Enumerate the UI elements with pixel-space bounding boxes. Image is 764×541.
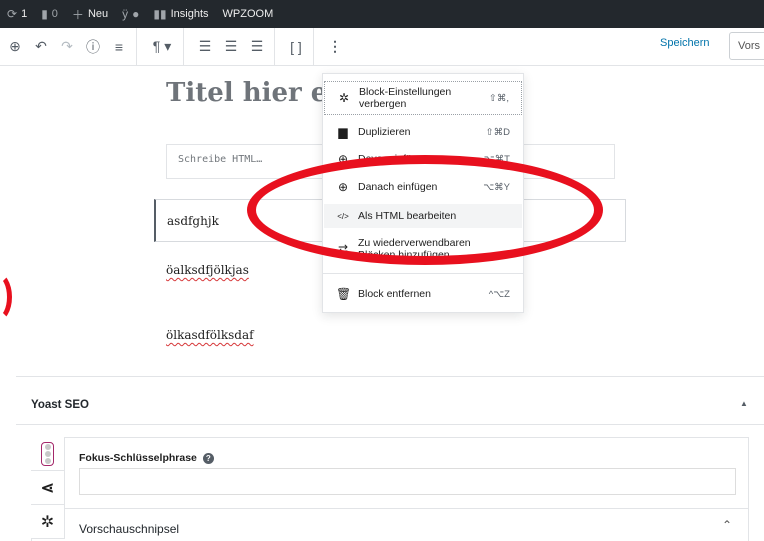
duplicate-icon: ▆: [338, 125, 348, 139]
wpzoom-item[interactable]: WPZOOM: [216, 0, 281, 28]
updates-count: 1: [21, 8, 28, 20]
more-options-icon[interactable]: ⋮: [324, 36, 346, 58]
gear-icon: ✲: [40, 513, 55, 531]
menu-item-insert-before[interactable]: ⊕ Davor einfügen ⌥⌘T: [324, 148, 522, 170]
html-icon: </>: [337, 211, 349, 221]
menu-divider: [323, 273, 523, 274]
panel-divider: [16, 424, 764, 425]
align-center-icon[interactable]: ☰: [220, 36, 242, 58]
updates-icon: ⟳: [7, 7, 18, 21]
paragraph-type-icon[interactable]: ¶ ▾: [147, 36, 177, 58]
social-tab[interactable]: ⋖: [31, 471, 65, 505]
annotation-mark: [0, 272, 12, 322]
menu-item-remove-block[interactable]: 🗑 Block entfernen ^⌥Z: [324, 283, 522, 305]
comments-item[interactable]: ▮ 0: [34, 0, 65, 28]
status-dot-icon: ●: [132, 7, 140, 21]
undo-icon[interactable]: ↶: [30, 36, 52, 58]
help-icon[interactable]: ?: [202, 452, 214, 464]
redo-icon[interactable]: ↷: [56, 36, 78, 58]
insert-after-icon: ⊕: [337, 180, 349, 194]
align-left-icon[interactable]: ☰: [194, 36, 216, 58]
block-options-menu: ✲ Block-Einstellungen verbergen ⇧⌘, ▆ Du…: [322, 73, 524, 313]
paragraph-block[interactable]: öalksdfjölkjas: [166, 263, 249, 277]
menu-item-duplicate[interactable]: ▆ Duplizieren ⇧⌘D: [324, 121, 522, 143]
toolbar-separator: [313, 27, 314, 66]
snippet-preview-label: Vorschauschnipsel: [79, 522, 180, 536]
menu-item-edit-as-html[interactable]: </> Als HTML bearbeiten: [324, 204, 522, 228]
insert-before-icon: ⊕: [337, 152, 349, 166]
wpzoom-label: WPZOOM: [222, 8, 274, 20]
add-block-icon[interactable]: ⊕: [4, 36, 26, 58]
save-button[interactable]: Speichern: [660, 37, 710, 49]
insights-label: Insights: [170, 8, 209, 20]
updates-item[interactable]: ⟳ 1: [0, 0, 34, 28]
yoast-adminbar-item[interactable]: ÿ ●: [115, 0, 146, 28]
align-right-icon[interactable]: ☰: [246, 36, 268, 58]
trash-icon: 🗑: [336, 287, 352, 301]
insights-item[interactable]: ▮▮ Insights: [146, 0, 215, 28]
comment-icon: ▮: [41, 7, 48, 21]
gear-icon: ✲: [338, 91, 350, 105]
yoast-panel-title[interactable]: Yoast SEO: [31, 399, 89, 411]
menu-item-add-to-reusable[interactable]: ⇄ Zu wiederverwendbaren Blöcken hinzufüg…: [324, 234, 522, 264]
info-icon[interactable]: ⓘ: [82, 36, 104, 58]
admin-bar: ⟳ 1 ▮ 0 ＋ Neu ÿ ● ▮▮ Insights WPZOOM: [0, 0, 764, 28]
collapse-caret-icon[interactable]: ▲: [740, 399, 748, 408]
seo-analysis-tab[interactable]: [31, 437, 65, 471]
outline-icon[interactable]: ≡: [108, 36, 130, 58]
toolbar-separator: [136, 27, 137, 66]
menu-item-insert-after[interactable]: ⊕ Danach einfügen ⌥⌘Y: [324, 176, 522, 198]
plus-icon: ＋: [71, 7, 84, 22]
post-title[interactable]: Titel hier e: [166, 78, 327, 108]
paragraph-block[interactable]: ölkasdfölksdaf: [166, 328, 254, 342]
bar-chart-icon: ▮▮: [153, 7, 167, 21]
chevron-up-icon[interactable]: ⌃: [722, 518, 732, 532]
settings-tab[interactable]: ✲: [31, 505, 65, 539]
toolbar-separator: [274, 27, 275, 66]
editor-toolbar: ⊕ ↶ ↷ ⓘ ≡ ¶ ▾ ☰ ☰ ☰ [ ] ⋮ Speichern Vors: [0, 27, 764, 66]
yoast-icon: ÿ: [122, 7, 129, 21]
traffic-light-icon: [41, 441, 54, 466]
menu-item-hide-block-settings[interactable]: ✲ Block-Einstellungen verbergen ⇧⌘,: [324, 81, 522, 115]
comments-count: 0: [51, 8, 58, 20]
toolbar-separator: [183, 27, 184, 66]
new-item[interactable]: ＋ Neu: [65, 0, 115, 28]
focus-keyphrase-label: Fokus-Schlüsselphrase ?: [79, 452, 214, 464]
focus-keyphrase-input[interactable]: [79, 468, 736, 495]
reusable-icon: ⇄: [337, 242, 349, 256]
panel-divider: [16, 376, 764, 377]
preview-button[interactable]: Vors: [729, 32, 764, 60]
html-anchor-icon[interactable]: [ ]: [285, 36, 307, 58]
share-icon: ⋖: [40, 479, 55, 497]
new-label: Neu: [87, 8, 109, 20]
